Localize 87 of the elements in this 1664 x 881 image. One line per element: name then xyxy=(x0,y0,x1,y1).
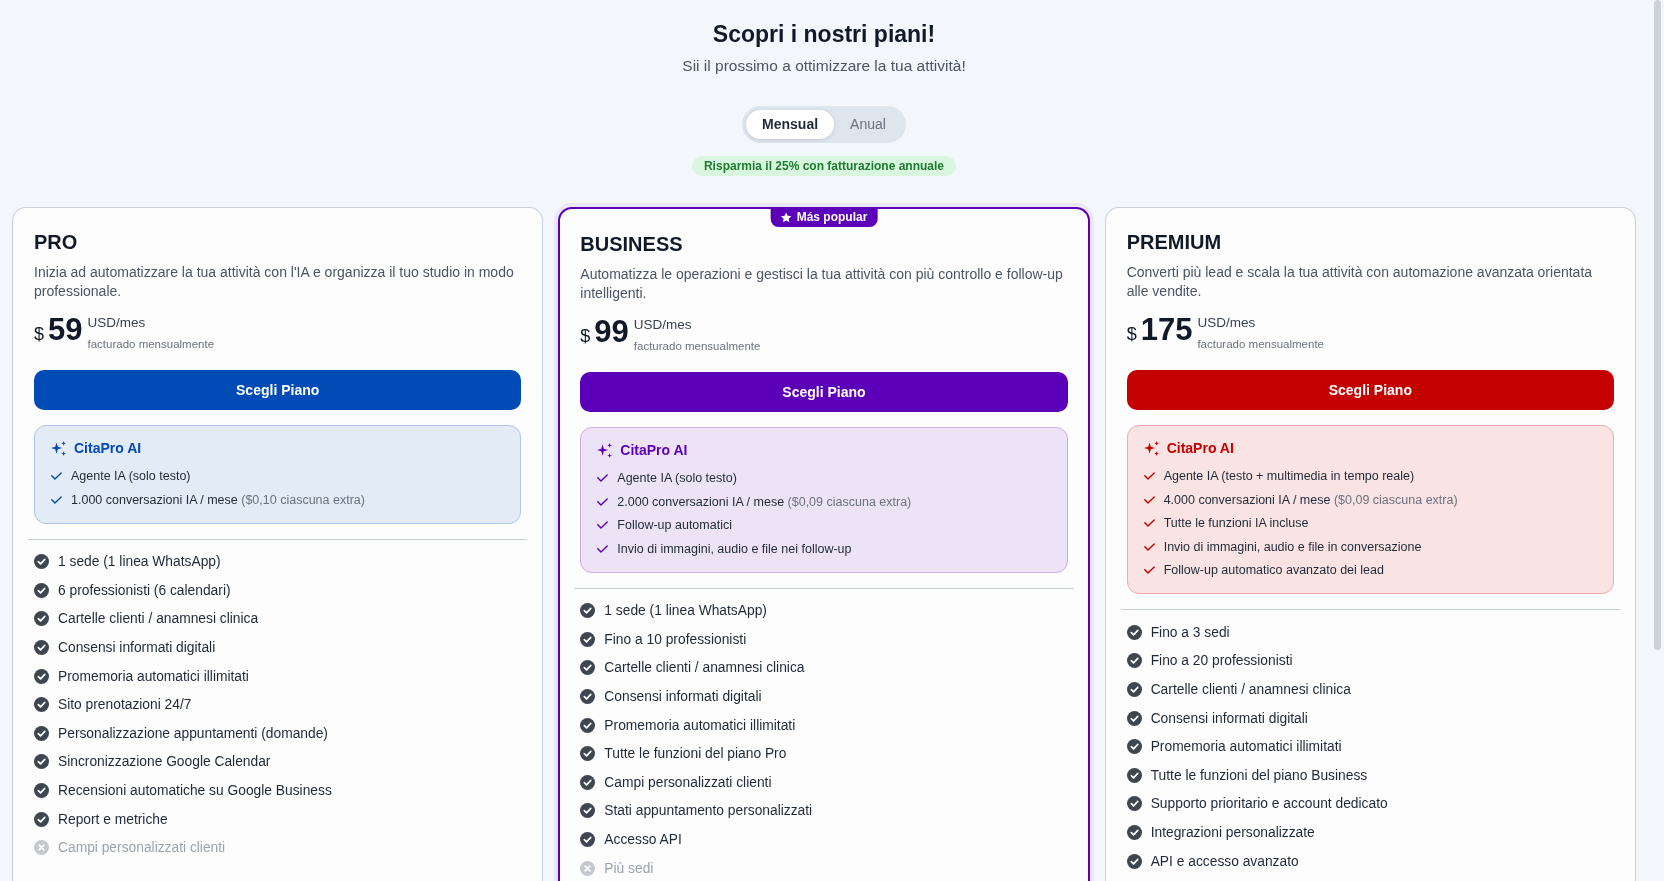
check-icon xyxy=(597,497,609,506)
feature-text: Fino a 3 sedi xyxy=(1150,623,1230,641)
popular-label: Más popular xyxy=(796,209,868,226)
page-title: Scopri i nostri piani! xyxy=(712,20,936,49)
feature-text: 1 sede (1 linea WhatsApp) xyxy=(604,602,767,620)
feature-text: API e accesso avanzato xyxy=(1150,852,1299,870)
feature-text: Sincronizzazione Google Calendar xyxy=(58,753,271,771)
feature-text: Personalizzazione appuntamenti (domande) xyxy=(58,724,328,742)
feature-text: Sito prenotazioni 24/7 xyxy=(58,696,192,714)
plan-description: Converti più lead e scala la tua attività con automazione avanzata orientata alle vendite. xyxy=(1126,263,1594,301)
price-amount: 59 xyxy=(48,311,83,349)
feature-text: Fino a 10 professionisti xyxy=(604,630,747,648)
ai-feature-text: Follow-up automatico avanzato dei lead xyxy=(1163,562,1384,579)
currency-symbol: $ xyxy=(34,323,44,346)
check-icon xyxy=(1143,519,1155,527)
feature-text: Campi personalizzati clienti xyxy=(604,773,772,791)
ai-feature-text: Tutte le funzioni IA incluse xyxy=(1163,515,1309,532)
feature-text: Recensioni automatiche su Google Business xyxy=(58,782,332,800)
billing-note: facturado mensualmente xyxy=(1197,337,1324,352)
plan-description: Inizia ad automatizzare la tua attività con l'IA e organizza il tuo studio in modo professionale. xyxy=(34,263,515,301)
price-amount: 175 xyxy=(1140,311,1193,349)
ai-feature-text: 1.000 conversazioni IA / mese ($0,10 ciascuna extra) xyxy=(71,491,365,509)
ai-panel-title: CitaPro AI xyxy=(620,441,688,460)
billing-note: facturado mensualmente xyxy=(633,339,761,354)
feature-text: Stati appuntamento personalizzati xyxy=(604,802,813,820)
sparkles-icon xyxy=(597,442,613,458)
scrollbar-thumb[interactable] xyxy=(1654,0,1661,650)
feature-text: Consensi informati digitali xyxy=(1150,709,1308,727)
feature-text: Integrazioni personalizzate xyxy=(1150,823,1315,841)
feature-text: Più sedi xyxy=(604,859,654,877)
billing-period-tab[interactable]: Anual xyxy=(834,110,902,139)
ai-feature-text: Agente IA (solo testo) xyxy=(617,470,737,487)
choose-plan-button[interactable]: Scegli Piano xyxy=(34,370,522,410)
feature-text: Campi personalizzati clienti xyxy=(58,839,226,857)
ai-feature-text: Invio di immagini, audio e file in conversazione xyxy=(1163,538,1422,556)
plan-name: BUSINESS xyxy=(580,232,684,257)
feature-text: Supporto prioritario e account dedicato xyxy=(1150,795,1388,813)
price-unit: USD/mes xyxy=(1197,314,1257,332)
check-icon xyxy=(1143,472,1155,480)
ai-feature-text: Invio di immagini, audio e file nei follow-up xyxy=(617,540,852,558)
check-icon xyxy=(51,495,62,504)
feature-text: Promemoria automatici illimitati xyxy=(604,716,796,734)
feature-text: Report e metriche xyxy=(58,810,168,828)
check-icon xyxy=(1143,566,1155,574)
feature-text: Cartelle clienti / anamnesi clinica xyxy=(58,610,259,628)
feature-text: Accesso API xyxy=(604,831,682,849)
feature-text: Tutte le funzioni del piano Business xyxy=(1150,766,1368,784)
check-icon xyxy=(51,472,62,480)
ai-feature-text: Agente IA (solo testo) xyxy=(71,468,191,485)
ai-panel-title: CitaPro AI xyxy=(1166,439,1234,458)
sparkles-icon xyxy=(1143,440,1159,456)
feature-text: Consensi informati digitali xyxy=(604,688,762,706)
check-icon xyxy=(597,544,609,553)
ai-panel-title: CitaPro AI xyxy=(74,439,142,458)
choose-plan-button[interactable]: Scegli Piano xyxy=(1126,370,1614,410)
feature-text: Cartelle clienti / anamnesi clinica xyxy=(1150,681,1351,698)
feature-text: Fino a 20 professionisti xyxy=(1150,652,1293,670)
feature-text: Promemoria automatici illimitati xyxy=(58,667,249,685)
ai-feature-text: Agente IA (testo + multimedia in tempo reale) xyxy=(1163,468,1415,485)
feature-text: Tutte le funzioni del piano Pro xyxy=(604,745,787,763)
billing-period-tab[interactable]: Mensual xyxy=(746,110,835,139)
billing-note: facturado mensualmente xyxy=(87,337,215,352)
check-icon xyxy=(597,521,609,529)
price-amount: 99 xyxy=(594,313,629,351)
price-unit: USD/mes xyxy=(633,316,693,334)
currency-symbol: $ xyxy=(1126,323,1137,346)
star-icon xyxy=(780,211,792,223)
plan-description: Automatizza le operazioni e gestisci la tua attività con più controllo e follow-up intelligenti. xyxy=(580,265,1064,303)
choose-plan-button[interactable]: Scegli Piano xyxy=(580,372,1068,412)
check-icon xyxy=(597,474,609,482)
savings-badge: Risparmia il 25% con fatturazione annuale xyxy=(691,156,957,176)
ai-feature-text: 4.000 conversazioni IA / mese ($0,09 ciascuna extra) xyxy=(1163,491,1458,509)
ai-feature-text: 2.000 conversazioni IA / mese ($0,09 ciascuna extra) xyxy=(617,493,912,511)
feature-text: Promemoria automatici illimitati xyxy=(1150,738,1342,756)
plan-name: PREMIUM xyxy=(1126,230,1223,255)
plan-name: PRO xyxy=(34,230,79,255)
feature-text: Cartelle clienti / anamnesi clinica xyxy=(604,659,805,677)
check-icon xyxy=(1143,495,1155,504)
ai-feature-text: Follow-up automatici xyxy=(617,517,732,534)
feature-text: Consensi informati digitali xyxy=(58,639,216,657)
currency-symbol: $ xyxy=(580,325,591,348)
page-subtitle: Sii il prossimo a ottimizzare la tua attività! xyxy=(682,56,966,76)
feature-text: 6 professionisti (6 calendari) xyxy=(58,581,231,599)
feature-text: 1 sede (1 linea WhatsApp) xyxy=(58,553,221,571)
check-icon xyxy=(1143,542,1155,551)
sparkles-icon xyxy=(51,440,66,456)
price-unit: USD/mes xyxy=(87,314,147,332)
